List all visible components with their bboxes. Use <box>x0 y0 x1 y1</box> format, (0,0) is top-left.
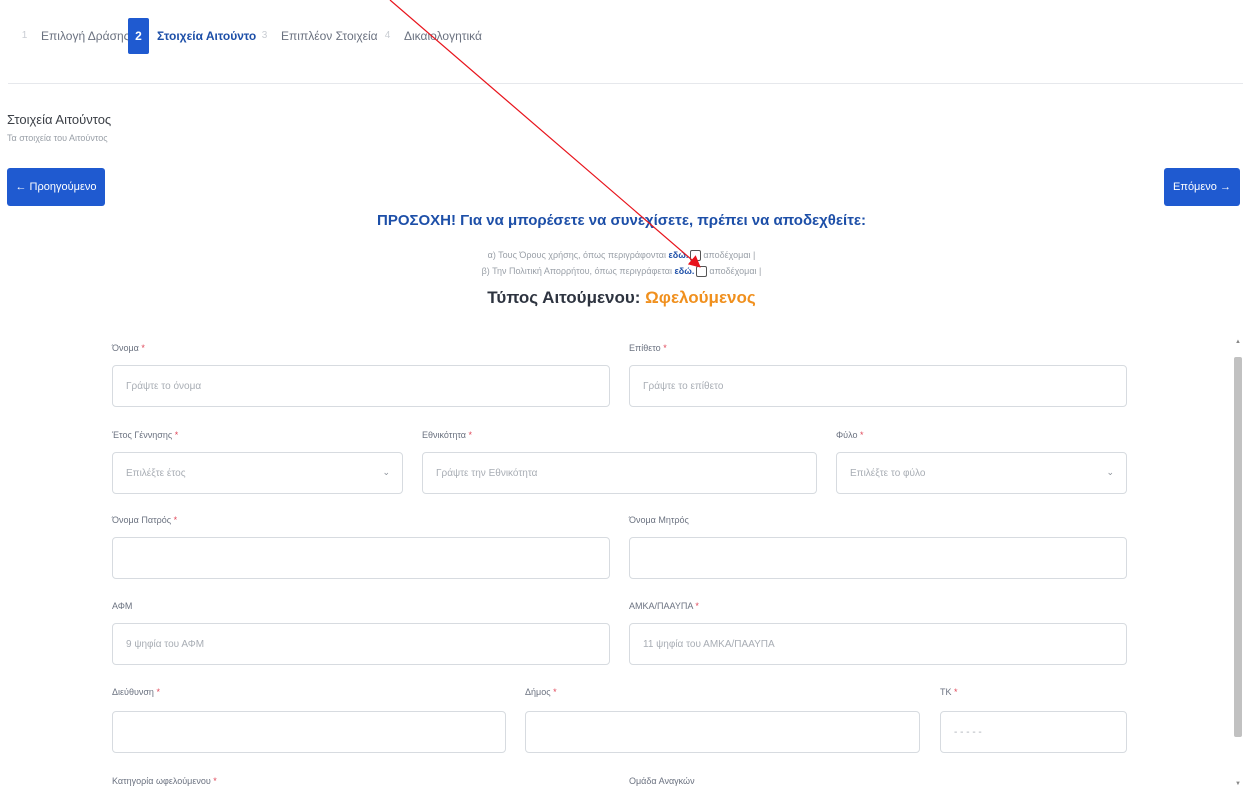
page-scrollbar[interactable]: ▲ ▼ <box>1233 337 1243 789</box>
first-name-field[interactable]: Γράψτε το όνομα <box>112 365 610 407</box>
section-title: Στοιχεία Αιτούντος <box>7 112 112 127</box>
afm-label: ΑΦΜ <box>112 601 132 611</box>
step-number: 2 <box>128 18 149 54</box>
last-name-label: Επίθετο * <box>629 343 667 353</box>
label-text: Ομάδα Αναγκών <box>629 776 695 786</box>
birth-year-label: Έτος Γέννησης * <box>112 430 178 440</box>
step-label: Επιπλέον Στοιχεία <box>281 29 378 43</box>
required-mark: * <box>174 430 179 440</box>
required-mark: * <box>468 430 472 440</box>
label-text: Επίθετο <box>629 343 661 353</box>
step-2[interactable]: 2 Στοιχεία Αιτούντος <box>128 18 263 54</box>
step-label: Στοιχεία Αιτούντος <box>157 29 263 43</box>
label-text: Φύλο <box>836 430 858 440</box>
step-4[interactable]: 4 Δικαιολογητικά <box>379 18 482 54</box>
needs-group-label: Ομάδα Αναγκών <box>629 776 695 786</box>
step-number: 3 <box>256 18 273 54</box>
first-name-label: Όνομα * <box>112 343 145 353</box>
label-text: Διεύθυνση <box>112 687 154 697</box>
accept-label: αποδέχομαι | <box>709 266 762 276</box>
label-text: Έτος Γέννησης <box>112 430 173 440</box>
request-type-value: Ωφελούμενος <box>645 288 756 307</box>
label-text: Εθνικότητα <box>422 430 466 440</box>
postal-code-label: ΤΚ * <box>940 687 958 697</box>
label-text: Δήμος <box>525 687 551 697</box>
next-button[interactable]: Επόμενο → <box>1164 168 1240 206</box>
scrollbar-thumb[interactable] <box>1234 357 1242 737</box>
required-mark: * <box>860 430 864 440</box>
label-text: ΤΚ <box>940 687 952 697</box>
step-label: Δικαιολογητικά <box>404 29 482 43</box>
previous-button[interactable]: ← Προηγούμενο <box>7 168 105 206</box>
required-mark: * <box>695 601 699 611</box>
step-1[interactable]: 1 Επιλογή Δράσης <box>16 18 129 54</box>
chevron-down-icon: ⌄ <box>382 467 390 477</box>
address-field[interactable] <box>112 711 506 753</box>
label-text: Όνομα Μητρός <box>629 515 689 525</box>
label-text: Κατηγορία ωφελούμενου <box>112 776 211 786</box>
postal-code-field[interactable]: - - - - - <box>940 711 1127 753</box>
required-mark: * <box>213 776 217 786</box>
father-name-field[interactable] <box>112 537 610 579</box>
request-type-label: Τύπος Αιτούμενου: <box>487 288 646 307</box>
step-label: Επιλογή Δράσης <box>41 29 130 43</box>
privacy-text: β) Την Πολιτική Απορρήτου, όπως περιγράφ… <box>481 266 675 276</box>
afm-field[interactable]: 9 ψηφία του ΑΦΜ <box>112 623 610 665</box>
accept-label: αποδέχομαι | <box>703 250 756 260</box>
required-mark: * <box>173 515 178 525</box>
step-number: 1 <box>16 18 33 54</box>
privacy-accept-checkbox[interactable] <box>696 266 708 278</box>
amka-field[interactable]: 11 ψηφία του ΑΜΚΑ/ΠΑΑΥΠΑ <box>629 623 1127 665</box>
mother-name-label: Όνομα Μητρός <box>629 515 689 525</box>
nationality-label: Εθνικότητα * <box>422 430 472 440</box>
stepper-divider <box>8 83 1243 84</box>
required-mark: * <box>954 687 958 697</box>
nationality-field[interactable]: Γράψτε την Εθνικότητα <box>422 452 817 494</box>
label-text: Όνομα Πατρός <box>112 515 172 525</box>
gender-select[interactable]: Επιλέξτε το φύλο ⌄ <box>836 452 1127 494</box>
address-label: Διεύθυνση * <box>112 687 160 697</box>
step-number: 4 <box>379 18 396 54</box>
last-name-field[interactable]: Γράψτε το επίθετο <box>629 365 1127 407</box>
required-mark: * <box>663 343 667 353</box>
scroll-up-icon[interactable]: ▲ <box>1235 339 1241 345</box>
warning-notice: ΠΡΟΣΟΧΗ! Για να μπορέσετε να συνεχίσετε,… <box>376 212 867 229</box>
stepper: 1 Επιλογή Δράσης 2 Στοιχεία Αιτούντος 3 … <box>0 0 1243 84</box>
municipality-label: Δήμος * <box>525 687 557 697</box>
gender-label: Φύλο * <box>836 430 864 440</box>
terms-of-use-line: α) Τους Όρους χρήσης, όπως περιγράφονται… <box>0 250 1243 262</box>
municipality-field[interactable] <box>525 711 920 753</box>
beneficiary-category-label: Κατηγορία ωφελούμενου * <box>112 776 217 786</box>
select-value: Επιλέξτε έτος <box>126 467 186 479</box>
required-mark: * <box>156 687 160 697</box>
step-3[interactable]: 3 Επιπλέον Στοιχεία <box>256 18 378 54</box>
birth-year-select[interactable]: Επιλέξτε έτος ⌄ <box>112 452 403 494</box>
terms-link[interactable]: εδώ. <box>669 250 689 260</box>
privacy-policy-line: β) Την Πολιτική Απορρήτου, όπως περιγράφ… <box>0 266 1243 278</box>
amka-label: ΑΜΚΑ/ΠΑΑΥΠΑ * <box>629 601 699 611</box>
chevron-down-icon: ⌄ <box>1106 467 1114 477</box>
required-mark: * <box>553 687 557 697</box>
label-text: Όνομα <box>112 343 139 353</box>
scroll-down-icon[interactable]: ▼ <box>1235 781 1241 787</box>
father-name-label: Όνομα Πατρός * <box>112 515 177 525</box>
privacy-link[interactable]: εδώ. <box>675 266 695 276</box>
request-type-heading: Τύπος Αιτούμενου: Ωφελούμενος <box>0 288 1243 308</box>
mother-name-field[interactable] <box>629 537 1127 579</box>
select-value: Επιλέξτε το φύλο <box>850 467 926 479</box>
section-subtitle: Τα στοιχεία του Αιτούντος <box>7 133 108 143</box>
terms-text: α) Τους Όρους χρήσης, όπως περιγράφονται <box>487 250 669 260</box>
required-mark: * <box>141 343 145 353</box>
terms-accept-checkbox[interactable] <box>690 250 702 262</box>
label-text: ΑΦΜ <box>112 601 133 611</box>
label-text: ΑΜΚΑ/ΠΑΑΥΠΑ <box>629 601 693 611</box>
